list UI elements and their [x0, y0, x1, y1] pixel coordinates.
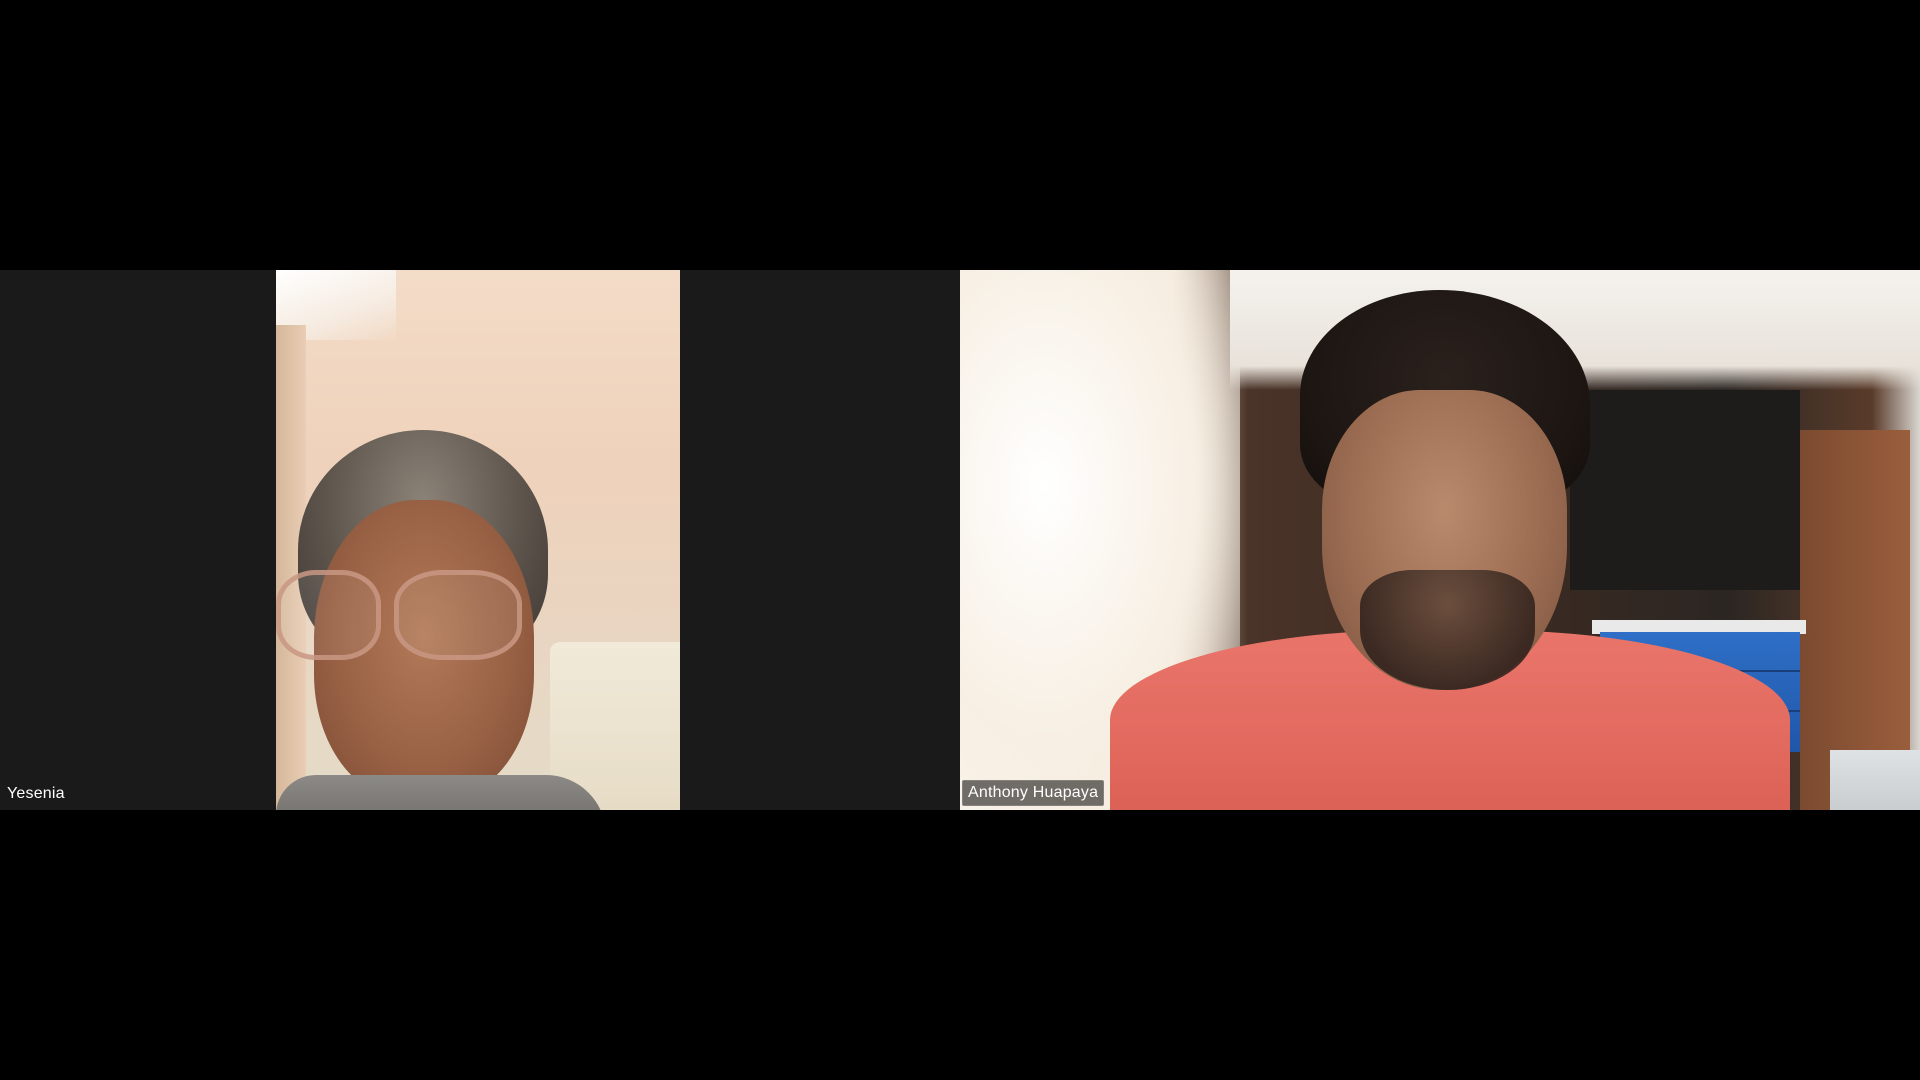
- glasses-right-lens: [394, 570, 522, 660]
- meeting-stage: Yesenia Anthony Huapaya: [0, 0, 1920, 1080]
- participant-name-label: Anthony Huapaya: [962, 780, 1105, 806]
- video-feed-anthony: [960, 270, 1920, 810]
- participant-shoulder: [276, 775, 606, 810]
- background-shelf: [1570, 390, 1800, 590]
- participant-name-label: Yesenia: [7, 785, 65, 802]
- video-feed-yesenia: [276, 270, 680, 810]
- participant-tile-anthony[interactable]: Anthony Huapaya: [960, 270, 1920, 810]
- participant-tile-yesenia[interactable]: Yesenia: [0, 270, 960, 810]
- background-desk-clutter: [1830, 750, 1920, 810]
- participant-beard: [1360, 570, 1535, 690]
- glasses-left-lens: [276, 570, 381, 660]
